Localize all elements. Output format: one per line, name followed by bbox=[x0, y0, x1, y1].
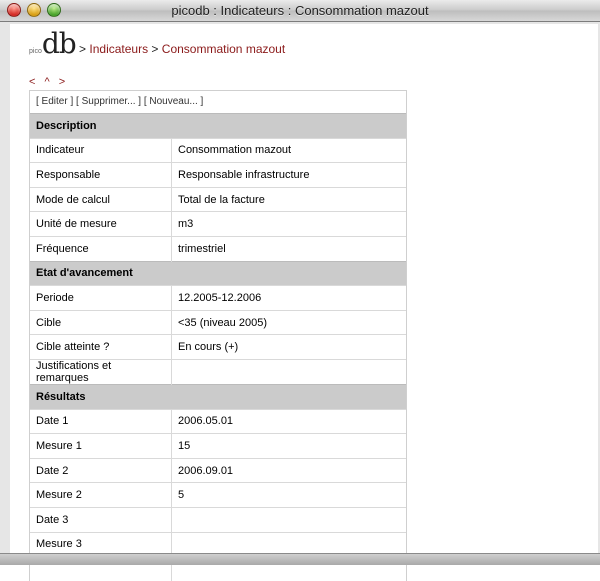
field-label: Date 3 bbox=[30, 506, 172, 532]
field-label: Justifications et remarques bbox=[30, 358, 172, 385]
section-header-resultats: Résultats bbox=[30, 383, 406, 410]
field-value: <35 (niveau 2005) bbox=[171, 309, 406, 335]
edit-button[interactable]: [ Editer ] bbox=[36, 96, 73, 107]
window-title: picodb : Indicateurs : Consommation mazo… bbox=[171, 3, 429, 18]
field-value: Total de la facture bbox=[171, 186, 406, 212]
field-label: Periode bbox=[30, 285, 172, 311]
breadcrumb: picodb > Indicateurs > Consommation mazo… bbox=[29, 30, 285, 58]
field-label: Indicateur bbox=[30, 137, 172, 163]
next-record-link[interactable]: > bbox=[59, 76, 68, 88]
field-label: Mode de calcul bbox=[30, 186, 172, 212]
breadcrumb-separator: > bbox=[75, 42, 90, 56]
logo-small-text: pico bbox=[29, 48, 42, 55]
logo[interactable]: db bbox=[42, 27, 77, 60]
table-row: Indicateur Consommation mazout bbox=[30, 137, 406, 163]
field-label: Mesure 2 bbox=[30, 482, 172, 508]
field-value: 2006.05.01 bbox=[171, 408, 406, 434]
breadcrumb-current-link[interactable]: Consommation mazout bbox=[162, 42, 285, 56]
field-label: Fréquence bbox=[30, 235, 172, 262]
table-row: Mesure 1 15 bbox=[30, 433, 406, 459]
previous-record-link[interactable]: < bbox=[29, 76, 38, 88]
table-row: Unité de mesure m3 bbox=[30, 211, 406, 237]
table-row: Date 2 2006.09.01 bbox=[30, 457, 406, 483]
field-value bbox=[171, 358, 406, 385]
field-label: Cible atteinte ? bbox=[30, 334, 172, 360]
window-bottom-bar bbox=[0, 553, 600, 565]
table-row: Mode de calcul Total de la facture bbox=[30, 186, 406, 212]
table-row: Fréquence trimestriel bbox=[30, 235, 406, 262]
record-navigation: < ^ > bbox=[29, 76, 68, 88]
record-panel: [ Editer ] [ Supprimer... ] [ Nouveau...… bbox=[29, 90, 407, 581]
field-value bbox=[171, 506, 406, 532]
breadcrumb-indicateurs-link[interactable]: Indicateurs bbox=[89, 42, 148, 56]
field-label: Cible bbox=[30, 309, 172, 335]
field-value: m3 bbox=[171, 211, 406, 237]
field-label: Responsable bbox=[30, 162, 172, 188]
parent-record-link[interactable]: ^ bbox=[45, 76, 53, 88]
section-header-etat: Etat d'avancement bbox=[30, 260, 406, 286]
breadcrumb-separator: > bbox=[148, 42, 162, 56]
field-label: Mesure 1 bbox=[30, 433, 172, 459]
table-row: Periode 12.2005-12.2006 bbox=[30, 285, 406, 311]
field-value: 12.2005-12.2006 bbox=[171, 285, 406, 311]
section-header-description: Description bbox=[30, 113, 406, 139]
window-titlebar[interactable]: picodb : Indicateurs : Consommation mazo… bbox=[0, 0, 600, 22]
field-label: Date 2 bbox=[30, 457, 172, 483]
field-value: Consommation mazout bbox=[171, 137, 406, 163]
table-row: Date 3 bbox=[30, 506, 406, 532]
table-row: Date 1 2006.05.01 bbox=[30, 408, 406, 434]
table-row: Responsable Responsable infrastructure bbox=[30, 162, 406, 188]
table-row: Cible atteinte ? En cours (+) bbox=[30, 334, 406, 360]
field-value: 5 bbox=[171, 482, 406, 508]
table-row: Justifications et remarques bbox=[30, 358, 406, 385]
record-table: Description Indicateur Consommation mazou… bbox=[30, 113, 406, 581]
field-label: Unité de mesure bbox=[30, 211, 172, 237]
delete-button[interactable]: [ Supprimer... ] bbox=[76, 96, 141, 107]
field-value: En cours (+) bbox=[171, 334, 406, 360]
field-value: trimestriel bbox=[171, 235, 406, 262]
new-button[interactable]: [ Nouveau... ] bbox=[144, 96, 203, 107]
table-row: Cible <35 (niveau 2005) bbox=[30, 309, 406, 335]
field-value: 15 bbox=[171, 433, 406, 459]
table-row: Mesure 25 bbox=[30, 482, 406, 508]
record-actions: [ Editer ] [ Supprimer... ] [ Nouveau...… bbox=[30, 91, 406, 113]
field-value: Responsable infrastructure bbox=[171, 162, 406, 188]
field-value: 2006.09.01 bbox=[171, 457, 406, 483]
field-label: Date 1 bbox=[30, 408, 172, 434]
